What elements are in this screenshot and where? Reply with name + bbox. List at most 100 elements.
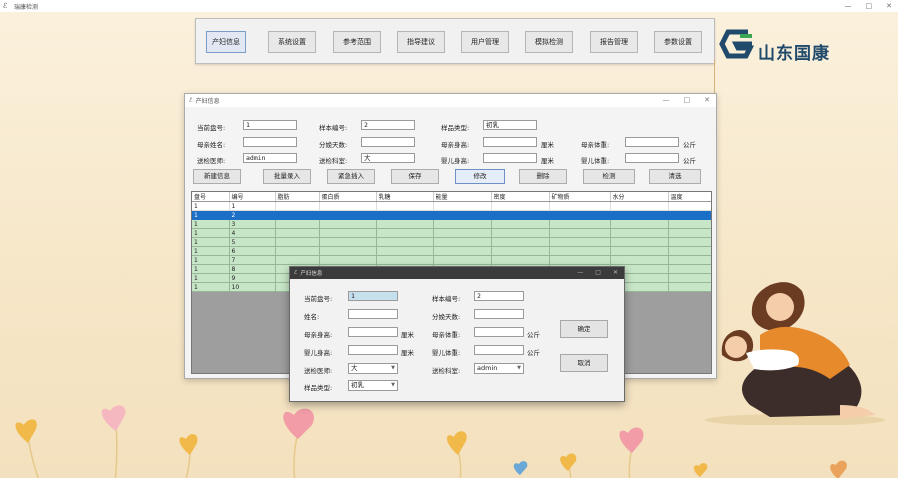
table-row[interactable]: 15 [192,237,711,247]
col-header[interactable]: 温度 [668,192,711,202]
baby-weight-input[interactable] [625,153,679,163]
table-cell[interactable]: 1 [229,201,276,211]
dlg-current-bed-input[interactable]: 1 [348,291,398,301]
table-cell[interactable] [549,228,611,238]
table-cell[interactable] [433,246,492,256]
dlg-sample-type-select[interactable]: 初乳 ▼ [348,380,398,391]
col-header[interactable]: 乳糖 [376,192,434,202]
table-cell[interactable] [610,237,669,247]
dlg-baby-weight-input[interactable] [474,345,524,355]
table-row[interactable]: 13 [192,219,711,229]
ok-button[interactable]: 确定 [560,320,608,338]
table-cell[interactable] [491,237,550,247]
doctor-input[interactable]: admin [243,153,297,163]
close-icon[interactable]: ✕ [613,267,618,279]
table-row[interactable]: 16 [192,246,711,256]
detect-button[interactable]: 检测 [583,169,635,184]
sample-no-input[interactable]: 2 [361,120,415,130]
menu-maternal-info[interactable]: 产妇信息 [206,31,246,53]
table-cell[interactable]: 1 [192,264,230,274]
close-icon[interactable]: ✕ [704,94,710,107]
table-cell[interactable]: 1 [192,255,230,265]
table-cell[interactable] [610,219,669,229]
table-cell[interactable] [275,201,320,211]
table-cell[interactable]: 4 [229,228,276,238]
maximize-icon[interactable]: □ [595,267,601,279]
table-cell[interactable]: 1 [192,228,230,238]
table-cell[interactable] [668,228,711,238]
table-cell[interactable] [491,210,550,220]
table-cell[interactable]: 1 [192,282,230,292]
table-cell[interactable] [275,228,320,238]
dlg-doctor-select[interactable]: 大 ▼ [348,363,398,374]
col-header[interactable]: 能量 [433,192,492,202]
col-header[interactable]: 矿物质 [549,192,611,202]
table-cell[interactable] [668,210,711,220]
table-cell[interactable]: 1 [192,273,230,283]
col-header[interactable]: 编号 [229,192,276,202]
table-cell[interactable] [376,219,434,229]
table-cell[interactable] [275,237,320,247]
table-cell[interactable]: 10 [229,282,276,292]
table-cell[interactable]: 8 [229,264,276,274]
table-cell[interactable]: 5 [229,237,276,247]
minimize-icon[interactable]: — [577,267,583,279]
dlg-dept-select[interactable]: admin ▼ [474,363,524,374]
dlg-mother-weight-input[interactable] [474,327,524,337]
clear-button[interactable]: 清选 [649,169,701,184]
maximize-icon[interactable]: □ [684,94,691,107]
delete-button[interactable]: 删除 [519,169,567,184]
mother-height-input[interactable] [483,137,537,147]
table-cell[interactable] [319,237,377,247]
table-cell[interactable] [549,219,611,229]
table-cell[interactable] [376,201,434,211]
table-cell[interactable] [491,255,550,265]
table-row[interactable]: 11 [192,201,711,211]
mother-weight-input[interactable] [625,137,679,147]
menu-simulated-test[interactable]: 模拟检测 [525,31,573,53]
menu-parameter-settings[interactable]: 参数设置 [654,31,702,53]
table-cell[interactable] [491,228,550,238]
table-cell[interactable] [668,201,711,211]
table-cell[interactable] [491,246,550,256]
minimize-icon[interactable]: — [845,0,852,12]
table-cell[interactable] [319,201,377,211]
table-cell[interactable] [275,246,320,256]
table-cell[interactable] [376,255,434,265]
table-cell[interactable] [319,219,377,229]
table-cell[interactable] [668,237,711,247]
table-cell[interactable] [376,246,434,256]
menu-guidance[interactable]: 指导建议 [397,31,445,53]
mother-name-input[interactable] [243,137,297,147]
new-info-button[interactable]: 新建信息 [193,169,241,184]
table-row[interactable]: 12 [192,210,711,220]
table-cell[interactable] [610,255,669,265]
dept-input[interactable]: 大 [361,153,415,163]
table-cell[interactable]: 6 [229,246,276,256]
dlg-baby-height-input[interactable] [348,345,398,355]
table-cell[interactable] [433,228,492,238]
col-header[interactable]: 蛋白质 [319,192,377,202]
table-cell[interactable] [433,237,492,247]
table-cell[interactable] [549,210,611,220]
dlg-name-input[interactable] [348,309,398,319]
col-header[interactable]: 盘号 [192,192,230,202]
table-cell[interactable] [549,255,611,265]
table-cell[interactable] [376,228,434,238]
maximize-icon[interactable]: □ [866,0,873,12]
minimize-icon[interactable]: — [663,94,670,107]
table-cell[interactable] [319,228,377,238]
table-cell[interactable] [319,210,377,220]
close-icon[interactable]: ✕ [886,0,892,12]
menu-reference-range[interactable]: 参考范围 [333,31,381,53]
baby-height-input[interactable] [483,153,537,163]
table-cell[interactable]: 9 [229,273,276,283]
table-cell[interactable]: 1 [192,210,230,220]
table-cell[interactable]: 1 [192,237,230,247]
table-cell[interactable] [376,237,434,247]
menu-user-management[interactable]: 用户管理 [461,31,509,53]
edit-button[interactable]: 修改 [455,169,505,184]
table-cell[interactable] [668,219,711,229]
table-cell[interactable] [549,246,611,256]
col-header[interactable]: 密度 [491,192,550,202]
